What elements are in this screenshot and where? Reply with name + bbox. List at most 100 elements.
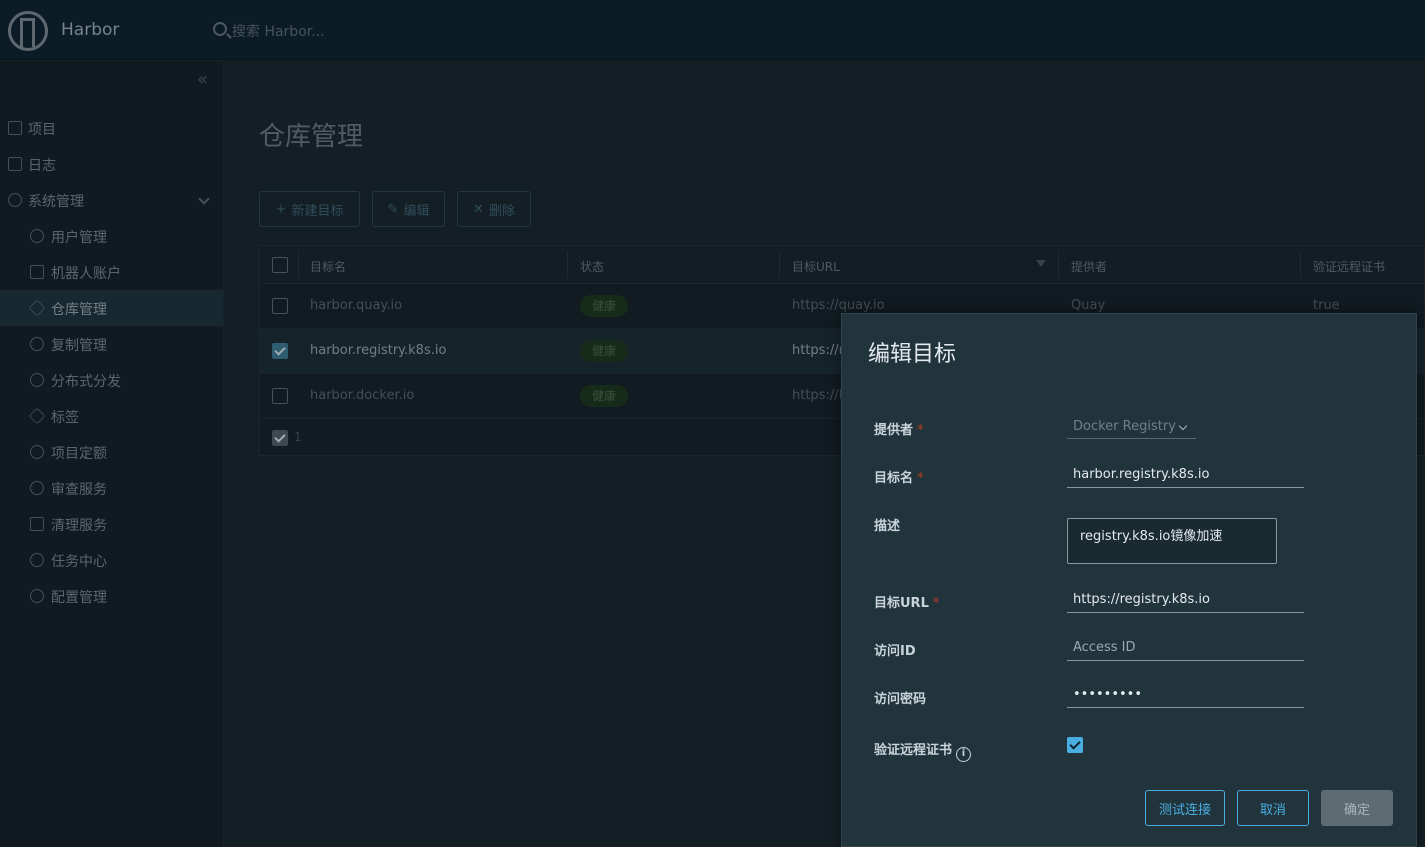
row-checkbox[interactable] — [272, 388, 288, 404]
delete-label: 删除 — [488, 203, 515, 219]
registry-icon — [28, 299, 46, 317]
replication-icon — [30, 337, 44, 351]
sidebar-item-label: 项目定额 — [51, 446, 107, 462]
sidebar-item-users[interactable]: 用户管理 — [0, 218, 223, 254]
sidebar-item-label: 清理服务 — [51, 518, 107, 534]
sidebar-item-label: 机器人账户 — [51, 266, 121, 282]
verify-cert-label-text: 验证远程证书 — [874, 743, 953, 758]
required-mark: * — [917, 471, 924, 486]
collapse-sidebar-icon[interactable]: « — [197, 69, 208, 90]
sidebar-item-label: 审查服务 — [51, 482, 107, 498]
column-header-status[interactable]: 状态 — [580, 258, 604, 275]
trash-icon — [30, 517, 44, 531]
select-all-checkbox[interactable] — [272, 257, 288, 273]
sidebar-item-label: 配置管理 — [51, 590, 107, 606]
provider-select-value: Docker Registry — [1073, 419, 1176, 434]
provider-label: 提供者 * — [874, 419, 924, 438]
access-id-label: 访问ID — [874, 644, 916, 659]
sidebar-item-label: 项目 — [28, 122, 56, 138]
ok-button[interactable]: 确定 — [1321, 790, 1393, 826]
sidebar-item-label: 复制管理 — [51, 338, 107, 354]
sidebar-item-admin[interactable]: 系统管理 — [0, 182, 223, 218]
admin-icon — [8, 193, 22, 207]
provider-label-text: 提供者 — [874, 423, 914, 438]
column-divider — [1058, 252, 1059, 278]
plus-icon: + — [275, 201, 287, 217]
harbor-logo-icon[interactable] — [8, 11, 48, 51]
provider-select[interactable]: Docker Registry — [1067, 415, 1196, 439]
sidebar-item-projects[interactable]: 项目 — [0, 110, 223, 146]
status-badge: 健康 — [580, 385, 628, 407]
row-url: https://quay.io — [792, 298, 885, 313]
footer-selection-checkbox[interactable] — [272, 430, 288, 446]
search-input[interactable] — [232, 22, 532, 42]
column-header-url[interactable]: 目标URL — [792, 258, 840, 275]
top-header: Harbor — [0, 0, 1425, 60]
info-icon[interactable]: i — [956, 747, 972, 762]
column-header-provider[interactable]: 提供者 — [1071, 258, 1107, 275]
edit-target-modal: 编辑目标 提供者* Docker Registry 目标名* 描述 regist… — [841, 313, 1417, 847]
verify-cert-checkbox[interactable] — [1067, 737, 1083, 753]
row-checkbox[interactable] — [272, 343, 288, 359]
sidebar-item-quotas[interactable]: 项目定额 — [0, 434, 223, 470]
delete-button[interactable]: ✕ 删除 — [457, 191, 531, 227]
sidebar-item-distribution[interactable]: 分布式分发 — [0, 362, 223, 398]
verify-cert-label: 验证远程证书 i — [874, 739, 972, 762]
description-field[interactable]: registry.k8s.io镜像加速 — [1067, 518, 1277, 564]
column-header-verify[interactable]: 验证远程证书 — [1313, 258, 1385, 275]
sidebar: « 项目 日志 系统管理 用户管理 机器人账户 仓库管理 复制管理 分布式分发 … — [0, 61, 224, 847]
distribution-icon — [30, 373, 44, 387]
target-name-field[interactable] — [1067, 462, 1304, 488]
sidebar-item-replications[interactable]: 复制管理 — [0, 326, 223, 362]
column-divider — [779, 252, 780, 278]
sidebar-item-configuration[interactable]: 配置管理 — [0, 578, 223, 614]
status-badge: 健康 — [580, 340, 628, 362]
filter-icon[interactable] — [1036, 260, 1046, 267]
sidebar-item-robot-accounts[interactable]: 机器人账户 — [0, 254, 223, 290]
sidebar-item-job-service[interactable]: 任务中心 — [0, 542, 223, 578]
row-checkbox[interactable] — [272, 298, 288, 314]
cancel-button[interactable]: 取消 — [1237, 790, 1309, 826]
status-badge: 健康 — [580, 295, 628, 317]
sidebar-item-labels[interactable]: 标签 — [0, 398, 223, 434]
chevron-down-icon[interactable] — [198, 193, 210, 205]
row-verify: true — [1313, 298, 1340, 313]
selected-count: 1 — [294, 430, 302, 444]
app-title[interactable]: Harbor — [61, 20, 119, 40]
projects-icon — [8, 121, 22, 135]
test-connection-button[interactable]: 测试连接 — [1145, 790, 1225, 826]
edit-button[interactable]: ✎ 编辑 — [372, 191, 445, 227]
robot-icon — [30, 265, 44, 279]
target-url-field[interactable] — [1067, 587, 1304, 613]
sidebar-item-label: 分布式分发 — [51, 374, 121, 390]
row-provider: Quay — [1071, 298, 1106, 313]
access-secret-field[interactable] — [1067, 682, 1304, 708]
modal-title: 编辑目标 — [868, 342, 957, 367]
users-icon — [30, 229, 44, 243]
page-title: 仓库管理 — [259, 122, 364, 152]
sidebar-item-label: 系统管理 — [28, 194, 84, 210]
row-name: harbor.docker.io — [310, 388, 415, 403]
new-target-button[interactable]: + 新建目标 — [259, 191, 360, 227]
column-divider — [567, 252, 568, 278]
sidebar-item-gc[interactable]: 清理服务 — [0, 506, 223, 542]
access-id-field[interactable] — [1067, 635, 1304, 661]
sidebar-item-label: 仓库管理 — [51, 302, 107, 318]
sidebar-item-label: 日志 — [28, 158, 56, 174]
required-mark: * — [932, 596, 940, 611]
sidebar-item-scanners[interactable]: 审查服务 — [0, 470, 223, 506]
config-icon — [30, 589, 44, 603]
sidebar-item-label: 用户管理 — [51, 230, 107, 246]
table-header: 目标名 状态 目标URL 提供者 验证远程证书 — [260, 246, 1424, 284]
column-header-name[interactable]: 目标名 — [310, 258, 346, 275]
sidebar-item-logs[interactable]: 日志 — [0, 146, 223, 182]
name-label-text: 目标名 — [874, 471, 914, 486]
url-label: 目标URL * — [874, 592, 939, 611]
url-label-text: 目标URL — [874, 596, 929, 611]
row-url: https://h — [792, 388, 847, 403]
column-divider — [1300, 252, 1301, 278]
row-name: harbor.quay.io — [310, 298, 403, 313]
row-name: harbor.registry.k8s.io — [310, 343, 447, 358]
sidebar-item-registries[interactable]: 仓库管理 — [0, 290, 223, 326]
edit-label: 编辑 — [403, 203, 430, 219]
